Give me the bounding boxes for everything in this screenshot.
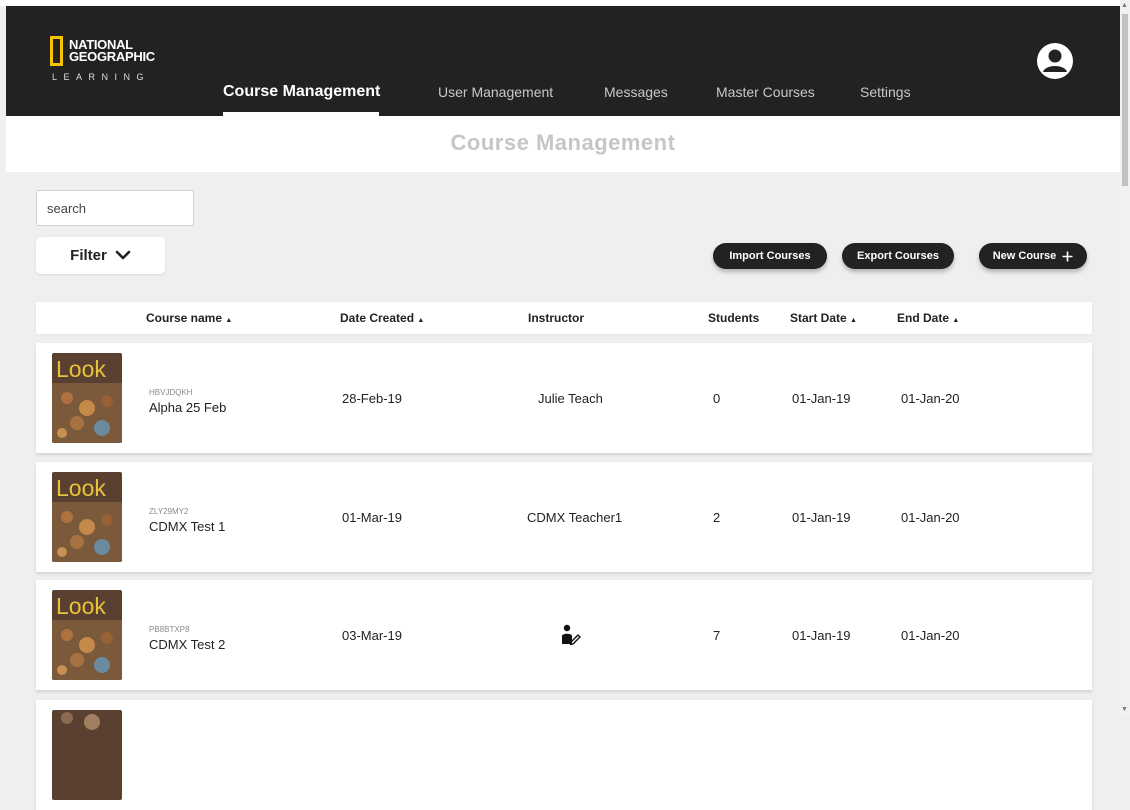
top-header: NATIONAL GEOGRAPHIC LEARNING Course Mana… xyxy=(6,6,1120,116)
end-date: 01-Jan-20 xyxy=(901,391,960,406)
svg-text:Look: Look xyxy=(56,356,106,382)
new-course-label: New Course xyxy=(992,250,1057,262)
end-date: 01-Jan-20 xyxy=(901,510,960,525)
logo-line-2: GEOGRAPHIC xyxy=(69,49,155,64)
logo-line-3: LEARNING xyxy=(52,72,151,82)
table-row[interactable]: Look PB8BTXP8 CDMX Test 2 03-Mar-19 7 01… xyxy=(36,580,1092,690)
export-courses-button[interactable]: Export Courses xyxy=(842,243,954,269)
import-courses-button[interactable]: Import Courses xyxy=(713,243,827,269)
nav-master-courses[interactable]: Master Courses xyxy=(716,84,815,100)
start-date: 01-Jan-19 xyxy=(792,510,851,525)
nav-messages[interactable]: Messages xyxy=(604,84,668,100)
course-cover-image[interactable]: Look xyxy=(52,472,122,562)
date-created: 28-Feb-19 xyxy=(342,391,402,406)
page-title: Course Management xyxy=(450,130,676,155)
column-header-students: Students xyxy=(708,311,760,325)
page-title-bar: Course Management xyxy=(6,116,1120,172)
svg-text:Look: Look xyxy=(56,593,106,619)
nav-settings[interactable]: Settings xyxy=(860,84,911,100)
column-header-date-created[interactable]: Date Created ▲ xyxy=(340,311,424,325)
filter-button[interactable]: Filter xyxy=(36,237,165,274)
table-header: Course name ▲ Date Created ▲ Instructor … xyxy=(36,302,1092,334)
course-code: ZLY29MY2 xyxy=(149,507,189,516)
search-input[interactable] xyxy=(36,190,194,226)
column-header-course-name[interactable]: Course name ▲ xyxy=(146,311,232,325)
student-count: 7 xyxy=(713,628,721,643)
column-header-instructor: Instructor xyxy=(528,311,585,325)
vertical-scrollbar[interactable]: ▲ ▼ xyxy=(1120,0,1130,717)
scroll-down-icon[interactable]: ▼ xyxy=(1121,706,1128,713)
course-name[interactable]: CDMX Test 1 xyxy=(149,519,225,534)
course-cover-image[interactable]: Look xyxy=(52,590,122,680)
student-count: 0 xyxy=(713,391,721,406)
instructor-name: Julie Teach xyxy=(538,391,603,406)
instructor-name: CDMX Teacher1 xyxy=(527,510,623,525)
course-name[interactable]: Alpha 25 Feb xyxy=(149,400,226,415)
column-header-start-date[interactable]: Start Date ▲ xyxy=(790,311,857,325)
table-row[interactable]: Look HBVJDQKH Alpha 25 Feb 28-Feb-19 Jul… xyxy=(36,343,1092,453)
scroll-up-icon[interactable]: ▲ xyxy=(1121,2,1128,9)
course-name[interactable]: CDMX Test 2 xyxy=(149,637,225,652)
column-header-end-date[interactable]: End Date ▲ xyxy=(897,311,959,325)
svg-text:Look: Look xyxy=(56,475,106,501)
course-code: PB8BTXP8 xyxy=(149,625,190,634)
scroll-thumb[interactable] xyxy=(1122,14,1128,186)
date-created: 01-Mar-19 xyxy=(342,510,402,525)
start-date: 01-Jan-19 xyxy=(792,391,851,406)
start-date: 01-Jan-19 xyxy=(792,628,851,643)
filter-label: Filter xyxy=(70,247,107,264)
course-cover-image[interactable]: Look xyxy=(52,353,122,443)
student-count: 2 xyxy=(713,510,721,525)
nav-course-management[interactable]: Course Management xyxy=(223,83,380,101)
yellow-border-icon xyxy=(50,36,63,66)
natgeo-learning-logo[interactable]: NATIONAL GEOGRAPHIC LEARNING xyxy=(50,36,180,86)
assign-teacher-icon[interactable] xyxy=(560,624,582,649)
nav-user-management[interactable]: User Management xyxy=(438,84,553,100)
chevron-down-icon xyxy=(115,247,131,264)
table-row[interactable]: Look ZLY29MY2 CDMX Test 1 01-Mar-19 CDMX… xyxy=(36,462,1092,572)
course-code: HBVJDQKH xyxy=(149,388,193,397)
end-date: 01-Jan-20 xyxy=(901,628,960,643)
user-circle-icon[interactable] xyxy=(1036,42,1074,80)
plus-icon xyxy=(1062,251,1073,262)
date-created: 03-Mar-19 xyxy=(342,628,402,643)
new-course-button[interactable]: New Course xyxy=(979,243,1087,269)
course-cover-image[interactable] xyxy=(52,710,122,800)
